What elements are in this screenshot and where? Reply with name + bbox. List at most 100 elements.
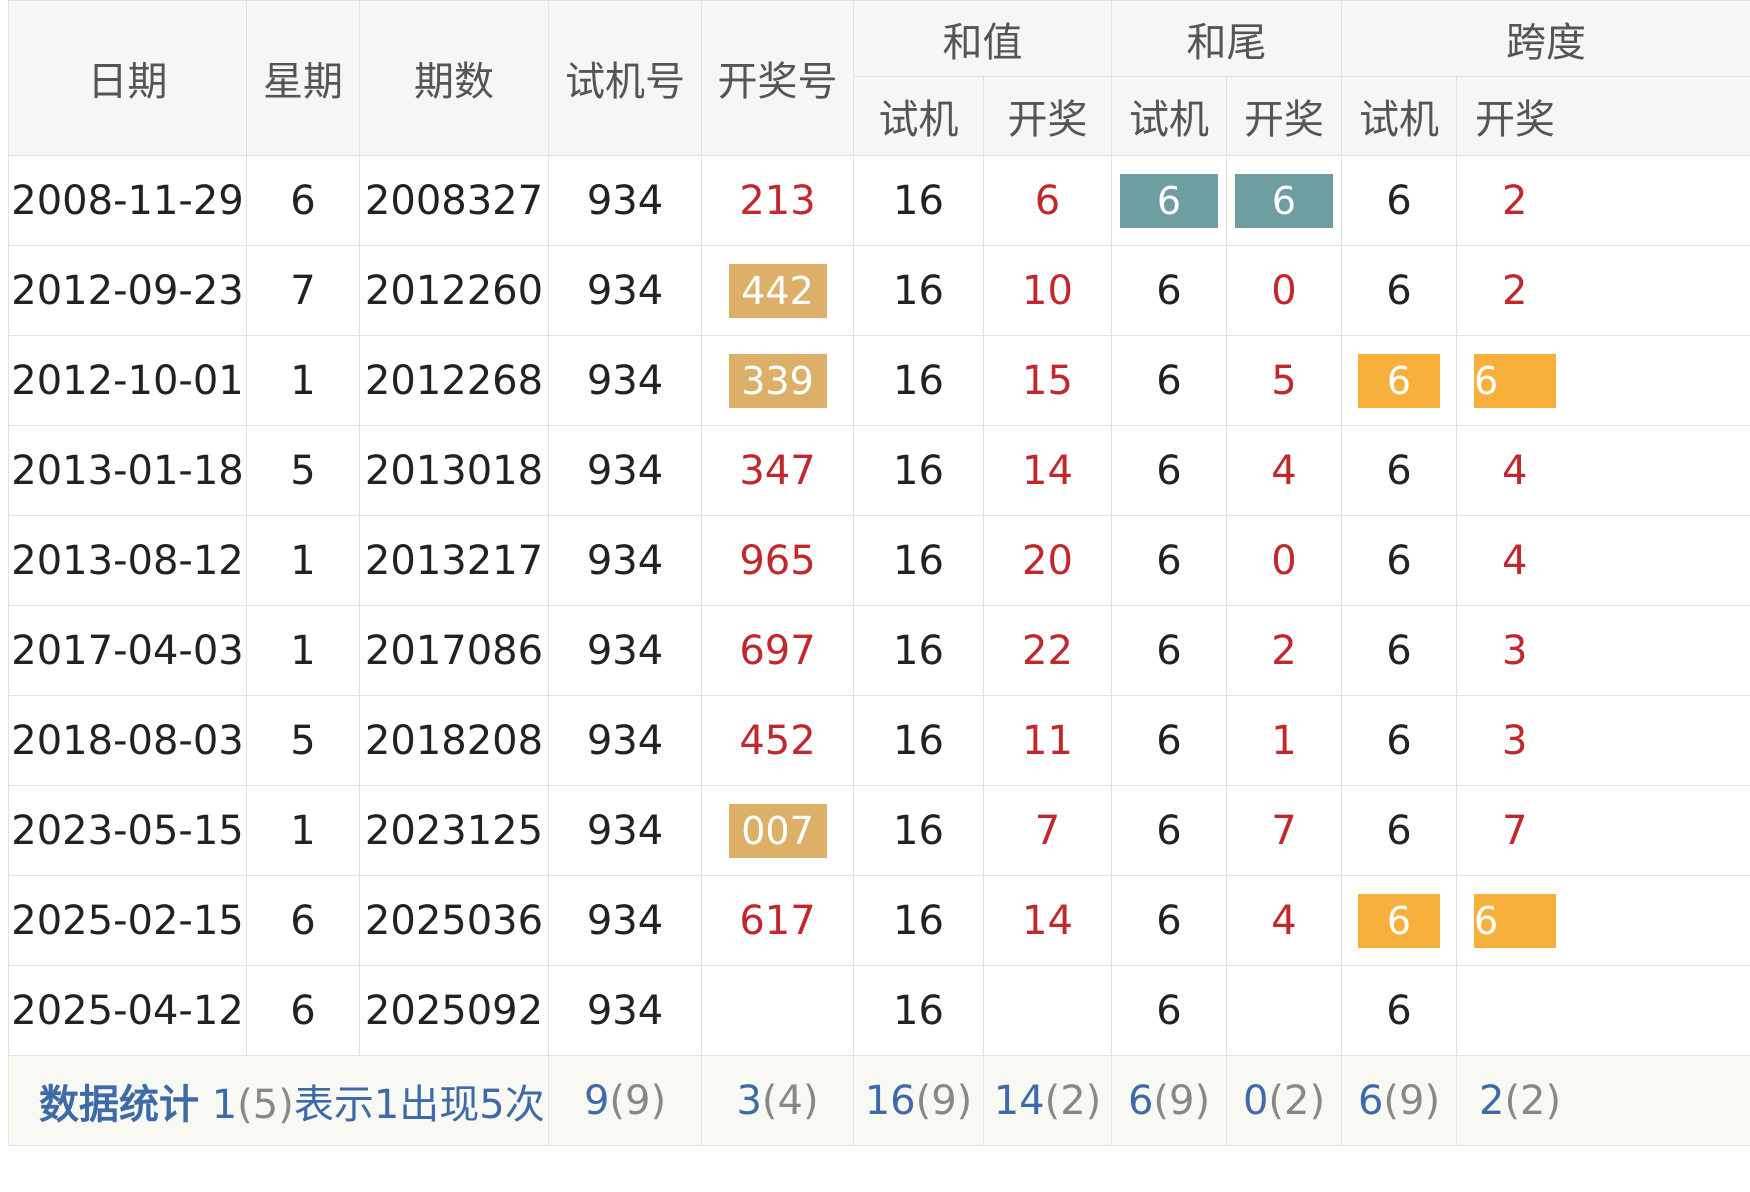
header-tail-group: 和尾	[1111, 0, 1342, 77]
header-tail-draw: 开奖	[1226, 76, 1342, 156]
cell-span-draw: 4	[1456, 515, 1750, 606]
cell-tail-test: 6	[1111, 605, 1227, 696]
stats-span-test: 6(9)	[1341, 1055, 1457, 1146]
table-body: 2008-11-29 6 2008327 934 213 16 6 6 6 6 …	[8, 155, 1750, 1056]
cell-span-test: 6	[1341, 335, 1457, 426]
cell-test: 934	[548, 785, 702, 876]
cell-tail-test: 6	[1111, 335, 1227, 426]
cell-date: 2012-09-23	[8, 245, 247, 336]
cell-sum-draw: 15	[983, 335, 1112, 426]
cell-test: 934	[548, 245, 702, 336]
cell-tail-draw: 6	[1226, 155, 1342, 246]
cell-test: 934	[548, 335, 702, 426]
header-test-number: 试机号	[548, 0, 702, 156]
cell-sum-draw: 6	[983, 155, 1112, 246]
cell-span-test: 6	[1341, 695, 1457, 786]
cell-test: 934	[548, 515, 702, 606]
cell-span-test: 6	[1341, 875, 1457, 966]
stats-sum-draw: 14(2)	[983, 1055, 1112, 1146]
stats-sum-test: 16(9)	[853, 1055, 984, 1146]
cell-date: 2012-10-01	[8, 335, 247, 426]
cell-sum-draw: 10	[983, 245, 1112, 336]
cell-sum-test: 16	[853, 245, 984, 336]
cell-span-test: 6	[1341, 785, 1457, 876]
span-match-badge: 6	[1474, 353, 1556, 408]
tail-match-badge: 6	[1120, 173, 1218, 228]
cell-draw: 965	[701, 515, 854, 606]
header-sum-group: 和值	[853, 0, 1112, 77]
table-row: 2018-08-03 5 2018208 934 452 16 11 6 1 6…	[8, 695, 1750, 786]
cell-tail-test: 6	[1111, 245, 1227, 336]
cell-tail-test: 6	[1111, 515, 1227, 606]
cell-sum-draw: 14	[983, 425, 1112, 516]
cell-sum-draw: 20	[983, 515, 1112, 606]
lottery-history-table: 日期 星期 期数 试机号 开奖号 和值 和尾 跨度 试机 开奖 试机 开奖 试机…	[8, 0, 1750, 1146]
cell-issue: 2017086	[359, 605, 549, 696]
cell-sum-draw: 11	[983, 695, 1112, 786]
table-row: 2013-01-18 5 2013018 934 347 16 14 6 4 6…	[8, 425, 1750, 516]
cell-sum-test: 16	[853, 695, 984, 786]
stats-desc-text: 表示1出现5次	[293, 1081, 545, 1128]
cell-tail-draw: 4	[1226, 875, 1342, 966]
cell-draw	[701, 965, 854, 1056]
cell-draw: 347	[701, 425, 854, 516]
cell-tail-test: 6	[1111, 695, 1227, 786]
cell-sum-draw	[983, 965, 1112, 1056]
cell-date: 2008-11-29	[8, 155, 247, 246]
table-row: 2012-09-23 7 2012260 934 442 16 10 6 0 6…	[8, 245, 1750, 336]
draw-highlight-badge: 442	[728, 263, 827, 318]
cell-weekday: 1	[246, 785, 360, 876]
cell-test: 934	[548, 965, 702, 1056]
cell-tail-draw: 1	[1226, 695, 1342, 786]
table-row: 2013-08-12 1 2013217 934 965 16 20 6 0 6…	[8, 515, 1750, 606]
stats-title: 数据统计	[39, 1081, 199, 1128]
cell-issue: 2025092	[359, 965, 549, 1056]
span-match-badge: 6	[1358, 893, 1440, 948]
cell-issue: 2025036	[359, 875, 549, 966]
table-row: 2012-10-01 1 2012268 934 339 16 15 6 5 6…	[8, 335, 1750, 426]
cell-test: 934	[548, 695, 702, 786]
cell-sum-draw: 7	[983, 785, 1112, 876]
cell-draw: 452	[701, 695, 854, 786]
cell-issue: 2012268	[359, 335, 549, 426]
cell-sum-test: 16	[853, 785, 984, 876]
cell-span-draw: 4	[1456, 425, 1750, 516]
cell-tail-test: 6	[1111, 155, 1227, 246]
cell-draw: 213	[701, 155, 854, 246]
cell-draw: 617	[701, 875, 854, 966]
cell-draw: 697	[701, 605, 854, 696]
cell-span-draw: 7	[1456, 785, 1750, 876]
cell-span-draw: 3	[1456, 695, 1750, 786]
table-row: 2017-04-03 1 2017086 934 697 16 22 6 2 6…	[8, 605, 1750, 696]
table-row: 2025-04-12 6 2025092 934 16 6 6	[8, 965, 1750, 1056]
cell-span-draw: 2	[1456, 245, 1750, 336]
stats-desc-num: 1	[211, 1081, 238, 1128]
stats-desc-paren: (5)	[237, 1081, 294, 1128]
cell-span-draw: 6	[1456, 875, 1750, 966]
cell-issue: 2018208	[359, 695, 549, 786]
cell-weekday: 6	[246, 155, 360, 246]
cell-issue: 2023125	[359, 785, 549, 876]
cell-weekday: 6	[246, 965, 360, 1056]
cell-test: 934	[548, 875, 702, 966]
cell-span-test: 6	[1341, 605, 1457, 696]
stats-tail-test: 6(9)	[1111, 1055, 1227, 1146]
header-sum-test: 试机	[853, 76, 984, 156]
stats-span-draw: 2(2)	[1456, 1055, 1750, 1146]
cell-date: 2025-04-12	[8, 965, 247, 1056]
stats-tail-draw: 0(2)	[1226, 1055, 1342, 1146]
cell-span-test: 6	[1341, 965, 1457, 1056]
table-row: 2008-11-29 6 2008327 934 213 16 6 6 6 6 …	[8, 155, 1750, 246]
cell-draw: 339	[701, 335, 854, 426]
header-span-test: 试机	[1341, 76, 1457, 156]
header-weekday: 星期	[246, 0, 360, 156]
cell-sum-draw: 22	[983, 605, 1112, 696]
cell-tail-draw: 7	[1226, 785, 1342, 876]
stats-test: 9(9)	[548, 1055, 702, 1146]
cell-date: 2023-05-15	[8, 785, 247, 876]
draw-highlight-badge: 007	[728, 803, 827, 858]
cell-span-draw: 2	[1456, 155, 1750, 246]
cell-tail-test: 6	[1111, 965, 1227, 1056]
cell-weekday: 5	[246, 425, 360, 516]
span-match-badge: 6	[1474, 893, 1556, 948]
